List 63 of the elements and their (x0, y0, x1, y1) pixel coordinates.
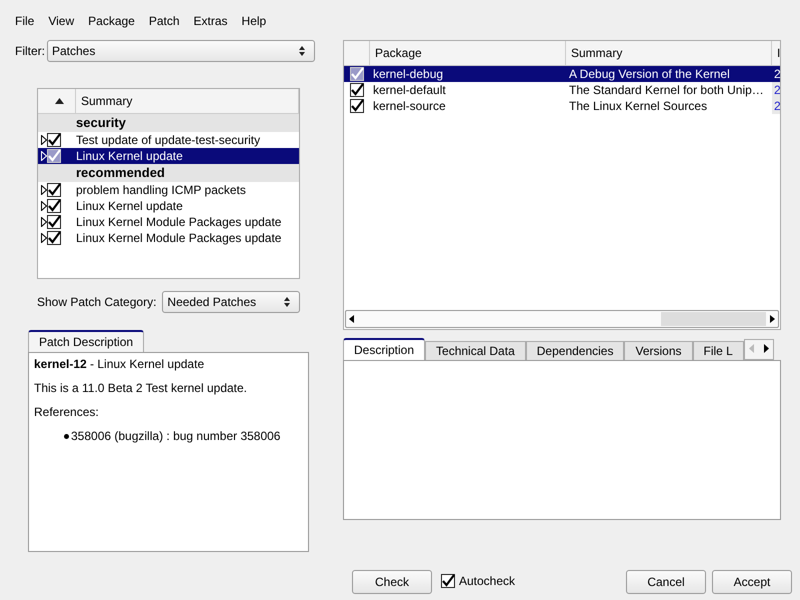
group-header: security (38, 114, 299, 132)
filter-dropdown[interactable]: Patches (47, 40, 315, 62)
group-header: recommended (38, 164, 299, 182)
menu-item[interactable]: Package (81, 12, 142, 30)
package-summary: The Standard Kernel for both Unip… (568, 82, 765, 98)
package-name: kernel-source (372, 98, 447, 114)
menu-item[interactable]: File (8, 12, 42, 30)
bullet-icon (64, 434, 69, 438)
table-cell: 2 (772, 98, 780, 114)
spinner-icon (298, 45, 306, 57)
patch-summary: Linux Kernel update (76, 148, 183, 164)
checkbox[interactable] (47, 215, 61, 229)
reference-text: 358006 (bugzilla) : bug number 358006 (71, 429, 280, 443)
dialog-button[interactable]: Cancel (626, 570, 706, 594)
package-row[interactable]: kernel-default The Standard Kernel for both Unip… 2 (344, 82, 780, 98)
patch-summary: Linux Kernel update (76, 198, 183, 214)
menu-item[interactable]: Patch (142, 12, 187, 30)
package-summary: The Linux Kernel Sources (568, 98, 708, 114)
package-row[interactable]: kernel-debug A Debug Version of the Kernel 2 (344, 66, 780, 82)
patch-summary: Linux Kernel Module Packages update (76, 214, 282, 230)
package-row[interactable]: kernel-source The Linux Kernel Sources 2 (344, 98, 780, 114)
table-cell-text: 2 (773, 66, 780, 82)
patch-title: kernel-12 - Linux Kernel update (34, 357, 206, 371)
category-label: Show Patch Category: (37, 295, 156, 309)
menu-item[interactable]: View (41, 12, 82, 30)
tab[interactable]: File L (692, 341, 744, 360)
autocheck-label[interactable]: Autocheck (459, 574, 516, 588)
package-name: kernel-default (372, 82, 447, 98)
patch-row[interactable]: Linux Kernel Module Packages update (38, 214, 299, 230)
description-tab[interactable]: Patch Description (28, 330, 144, 352)
check-button[interactable]: Check (352, 570, 432, 594)
package-summary: A Debug Version of the Kernel (568, 66, 731, 82)
column-header[interactable]: I (772, 41, 780, 65)
patch-summary: Linux Kernel Module Packages update (76, 230, 282, 246)
patch-row[interactable]: Linux Kernel update (38, 198, 299, 214)
filter-label: Filter: (15, 44, 45, 58)
checkbox[interactable] (47, 133, 61, 147)
patch-row[interactable]: Linux Kernel Module Packages update (38, 230, 299, 246)
menu-item[interactable]: Help (234, 12, 274, 30)
patch-summary: problem handling ICMP packets (76, 182, 246, 198)
dialog-button[interactable]: Accept (712, 570, 792, 594)
references-label: References: (34, 405, 100, 419)
sort-up-icon[interactable] (54, 98, 64, 104)
spinner-icon (283, 296, 292, 308)
column-header[interactable]: Package (370, 41, 566, 65)
tab[interactable]: Dependencies (526, 341, 624, 360)
horizontal-scrollbar[interactable] (345, 310, 779, 328)
tab[interactable]: Technical Data (425, 341, 526, 360)
patch-summary: Test update of update-test-security (76, 132, 260, 148)
category-dropdown[interactable]: Needed Patches (162, 291, 300, 313)
autocheck-checkbox[interactable] (441, 574, 455, 588)
tab[interactable]: Description (343, 338, 426, 360)
checkbox[interactable] (47, 183, 61, 197)
patch-text: This is a 11.0 Beta 2 Test kernel update. (34, 381, 248, 395)
tab[interactable]: Versions (624, 341, 693, 360)
menu-item[interactable]: Extras (186, 12, 235, 30)
column-header[interactable]: Summary (566, 41, 772, 65)
package-name: kernel-debug (372, 66, 444, 82)
checkbox[interactable] (47, 199, 61, 213)
table-cell: 2 (772, 82, 780, 98)
checkbox[interactable] (47, 231, 61, 245)
patch-row[interactable]: problem handling ICMP packets (38, 182, 299, 198)
patch-row[interactable]: Test update of update-test-security (38, 132, 299, 148)
